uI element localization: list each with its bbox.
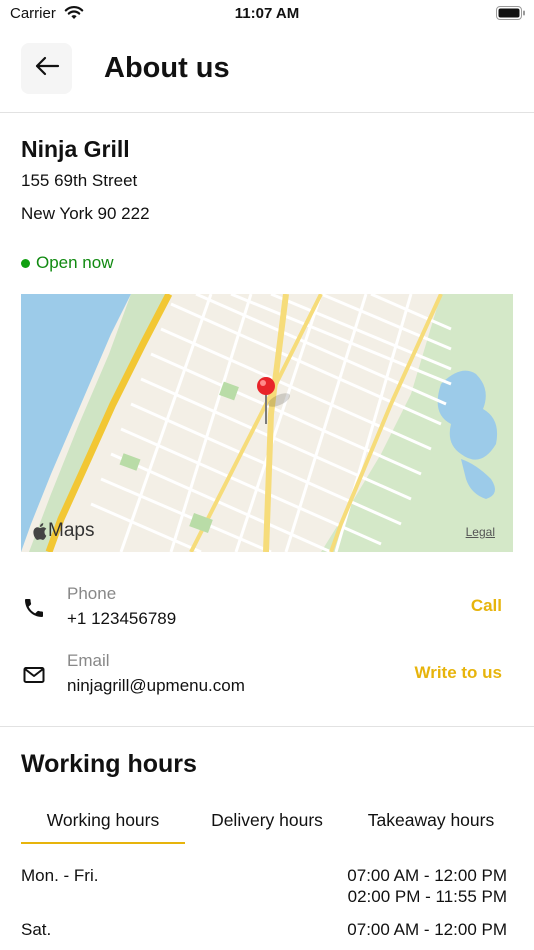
open-status-text: Open now xyxy=(36,253,114,272)
open-status: Open now xyxy=(21,253,114,273)
status-dot-icon xyxy=(21,258,30,268)
arrow-left-icon xyxy=(34,55,60,82)
phone-value: +1 123456789 xyxy=(67,609,177,628)
maps-logo: Maps xyxy=(33,520,94,542)
hours-day-saturday: Sat. xyxy=(21,920,52,939)
hours-day-weekdays: Mon. - Fri. xyxy=(21,866,99,885)
email-label: Email xyxy=(67,651,110,670)
phone-row: Phone +1 123456789 Call xyxy=(0,584,534,644)
hours-time-weekdays-2: 02:00 PM - 11:55 PM xyxy=(347,887,507,906)
location-map[interactable]: Maps Legal xyxy=(21,294,513,552)
header: About us xyxy=(0,28,534,113)
active-tab-indicator xyxy=(21,842,185,844)
email-row: Email ninjagrill@upmenu.com Write to us xyxy=(0,651,534,711)
page-title: About us xyxy=(104,52,230,84)
address-line-1: 155 69th Street xyxy=(21,171,138,190)
phone-label: Phone xyxy=(67,584,117,603)
hours-time-weekdays-1: 07:00 AM - 12:00 PM xyxy=(347,866,507,885)
status-time: 11:07 AM xyxy=(234,5,300,22)
tab-takeaway-hours[interactable]: Takeaway hours xyxy=(349,810,513,831)
hours-time-saturday-1: 07:00 AM - 12:00 PM xyxy=(347,920,507,939)
email-value: ninjagrill@upmenu.com xyxy=(67,676,245,695)
status-bar: Carrier 11:07 AM xyxy=(0,0,534,28)
map-legal-link[interactable]: Legal xyxy=(466,525,495,539)
hours-tabs: Working hours Delivery hours Takeaway ho… xyxy=(21,806,513,844)
restaurant-name: Ninja Grill xyxy=(21,136,130,162)
phone-icon xyxy=(22,596,46,620)
apple-icon xyxy=(33,522,47,540)
address-line-2: New York 90 222 xyxy=(21,204,150,223)
section-divider xyxy=(0,726,534,727)
working-hours-title: Working hours xyxy=(21,750,197,778)
back-button[interactable] xyxy=(21,43,72,94)
tab-working-hours[interactable]: Working hours xyxy=(21,810,185,831)
maps-brand-label: Maps xyxy=(48,520,95,541)
call-button[interactable]: Call xyxy=(471,596,502,616)
tab-delivery-hours[interactable]: Delivery hours xyxy=(185,810,349,831)
mail-icon xyxy=(22,663,46,687)
battery-icon xyxy=(496,6,526,26)
write-to-us-button[interactable]: Write to us xyxy=(414,663,502,683)
